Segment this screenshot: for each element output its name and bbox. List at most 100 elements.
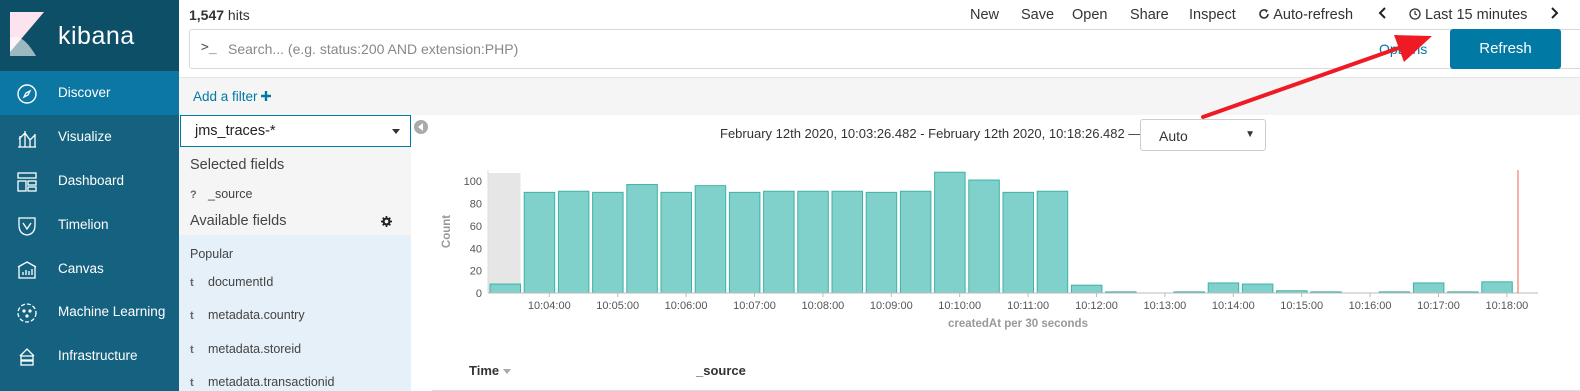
collapse-sidebar-icon[interactable] — [414, 120, 428, 134]
available-fields-heading: Available fields — [190, 213, 287, 229]
time-range-text: February 12th 2020, 10:03:26.482 - Febru… — [720, 126, 1142, 141]
save-button[interactable]: Save — [1021, 7, 1054, 23]
machine-learning-icon — [17, 303, 37, 323]
x-tick-label: 10:07:00 — [733, 300, 776, 312]
histogram-bar — [1481, 281, 1513, 294]
query-options-link[interactable]: Options — [1379, 41, 1427, 57]
x-tick-label: 10:05:00 — [596, 300, 639, 312]
sidebar-item-label: Visualize — [58, 129, 112, 144]
histogram-bar — [831, 190, 863, 294]
y-tick-label: 80 — [470, 199, 482, 211]
histogram-bar — [557, 190, 590, 294]
field-type-string-icon: t — [190, 310, 194, 322]
kibana-logo[interactable]: kibana — [0, 0, 179, 72]
dashboard-icon — [17, 172, 37, 192]
x-tick-label: 10:18:00 — [1485, 300, 1528, 312]
brand-name: kibana — [58, 22, 135, 50]
y-tick-label: 40 — [470, 243, 482, 255]
histogram-bar — [934, 171, 966, 294]
x-tick-label: 10:15:00 — [1280, 300, 1323, 312]
add-filter-button[interactable]: Add a filter — [193, 89, 272, 104]
histogram-bar — [694, 185, 727, 294]
infrastructure-icon — [19, 348, 35, 366]
field-name: metadata.country — [208, 308, 305, 322]
sidebar-item-label: Canvas — [58, 261, 104, 276]
caret-down-icon: ▼ — [1245, 129, 1255, 140]
histogram-bar — [523, 191, 556, 294]
clock-icon — [1409, 8, 1421, 20]
field-item-metadata-transactionid[interactable]: t metadata.transactionid — [190, 375, 334, 389]
y-tick-label: 60 — [470, 221, 482, 233]
open-button[interactable]: Open — [1072, 7, 1107, 23]
popular-heading: Popular — [190, 247, 234, 261]
y-tick-label: 20 — [470, 266, 482, 278]
column-header-source[interactable]: _source — [696, 363, 746, 378]
sidebar-item-label: Infrastructure — [58, 348, 138, 363]
sidebar-item-infrastructure[interactable]: Infrastructure — [0, 334, 179, 378]
time-forward-button[interactable] — [1549, 7, 1559, 23]
partial-bucket-shade — [488, 173, 521, 293]
sidebar-item-timelion[interactable]: Timelion — [0, 203, 179, 247]
x-tick-label: 10:16:00 — [1349, 300, 1392, 312]
search-input-placeholder[interactable]: Search... (e.g. status:200 AND extension… — [228, 41, 518, 57]
column-header-time[interactable]: Time — [469, 363, 511, 378]
histogram-bar — [489, 283, 521, 294]
time-picker-button[interactable]: Last 15 minutes — [1409, 7, 1527, 23]
time-back-button[interactable] — [1378, 7, 1388, 23]
new-button[interactable]: New — [970, 7, 999, 23]
sidebar-item-canvas[interactable]: Canvas — [0, 247, 179, 291]
sidebar-item-label: Machine Learning — [58, 304, 166, 319]
x-axis-title: createdAt per 30 seconds — [948, 318, 1088, 330]
auto-refresh-label: Auto-refresh — [1273, 7, 1354, 23]
interval-select[interactable]: Auto ▼ — [1140, 119, 1266, 151]
histogram-bar — [1002, 191, 1034, 294]
x-tick-label: 10:08:00 — [801, 300, 844, 312]
top-nav-menu: New Save Open Share Inspect Auto-refresh… — [179, 0, 1580, 30]
x-tick-label: 10:12:00 — [1075, 300, 1118, 312]
chevron-right-icon — [1551, 7, 1559, 19]
visualize-icon — [18, 131, 36, 148]
x-tick-label: 10:09:00 — [870, 300, 913, 312]
histogram-bar — [763, 190, 795, 294]
field-item-metadata-country[interactable]: t metadata.country — [190, 308, 305, 322]
gear-icon[interactable] — [381, 216, 392, 227]
field-type-string-icon: t — [190, 344, 194, 356]
x-tick-label: 10:13:00 — [1143, 300, 1186, 312]
index-pattern-select[interactable]: jms_traces-* — [180, 115, 411, 147]
histogram-bar — [968, 179, 1000, 294]
sidebar-item-dashboard[interactable]: Dashboard — [0, 159, 179, 203]
sidebar-item-visualize[interactable]: Visualize — [0, 115, 179, 159]
query-bar[interactable]: >_ Search... (e.g. status:200 AND extens… — [189, 29, 1580, 69]
sidebar-item-machine-learning[interactable]: Machine Learning — [0, 290, 179, 334]
sidebar-item-discover[interactable]: Discover — [0, 71, 179, 115]
field-list-panel: jms_traces-* Selected fields ? _source Av… — [179, 115, 411, 391]
sort-down-icon — [502, 369, 511, 374]
auto-refresh-button[interactable]: Auto-refresh — [1258, 7, 1353, 23]
field-item-metadata-storeid[interactable]: t metadata.storeid — [190, 342, 301, 356]
histogram-bar — [1412, 282, 1445, 294]
histogram-bar — [797, 190, 829, 294]
field-type-string-icon: t — [190, 277, 194, 289]
compass-icon — [17, 84, 37, 104]
share-button[interactable]: Share — [1130, 7, 1169, 23]
histogram-bar — [1070, 284, 1103, 294]
inspect-button[interactable]: Inspect — [1189, 7, 1236, 23]
histogram-bar — [728, 191, 761, 294]
selected-fields-heading: Selected fields — [190, 157, 285, 173]
filter-bar: Add a filter — [179, 77, 1580, 115]
field-name: documentId — [208, 275, 274, 289]
field-type-string-icon: t — [190, 377, 194, 389]
histogram-bar — [899, 190, 932, 294]
field-item-source[interactable]: ? _source — [190, 187, 252, 201]
field-name: _source — [208, 187, 253, 201]
refresh-button[interactable]: Refresh — [1450, 29, 1561, 69]
index-pattern-value: jms_traces-* — [195, 123, 276, 139]
y-axis-title: Count — [441, 215, 453, 248]
field-item-documentid[interactable]: t documentId — [190, 275, 273, 289]
x-tick-label: 10:06:00 — [665, 300, 708, 312]
document-table-header: Time _source — [432, 358, 1580, 391]
x-tick-label: 10:10:00 — [938, 300, 981, 312]
field-name: metadata.storeid — [208, 342, 302, 356]
interval-value: Auto — [1159, 128, 1188, 144]
histogram-bar — [1036, 190, 1069, 294]
